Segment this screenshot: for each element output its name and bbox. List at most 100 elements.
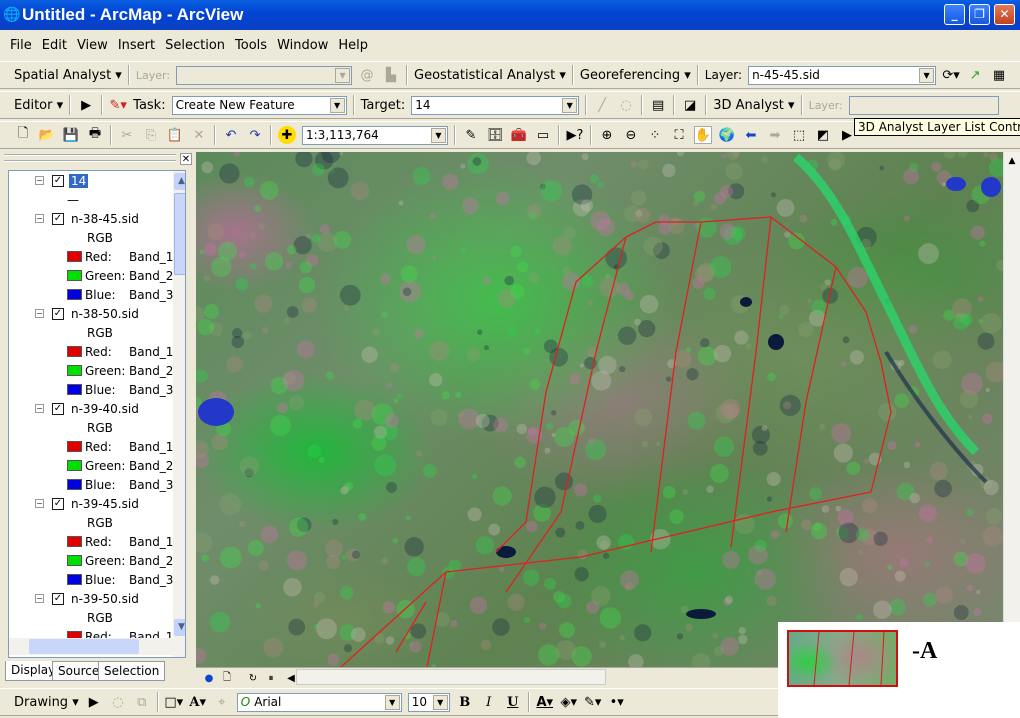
fill-color-icon[interactable]: ◈▾ bbox=[560, 693, 578, 711]
layer-name[interactable]: 14 bbox=[69, 173, 89, 188]
forward-icon[interactable]: ➡ bbox=[766, 126, 784, 144]
collapse-icon[interactable]: − bbox=[35, 404, 44, 413]
print-icon[interactable]: 🖶 bbox=[86, 126, 104, 144]
fixed-zoom-in-icon[interactable]: ⁘ bbox=[646, 126, 664, 144]
layer-checkbox[interactable]: ✓ bbox=[52, 307, 64, 320]
paste-icon[interactable]: 📋 bbox=[166, 126, 184, 144]
task-combo[interactable]: Create New Feature ▼ bbox=[171, 95, 347, 115]
maximize-button[interactable]: ❐ bbox=[969, 4, 990, 25]
font-size-combo[interactable]: 10 ▼ bbox=[407, 692, 450, 712]
menu-file[interactable]: File bbox=[10, 38, 32, 53]
editor-toolbar-icon[interactable]: ✎ bbox=[462, 126, 480, 144]
zoom-in-icon[interactable]: ⊕ bbox=[598, 126, 616, 144]
layer-item[interactable]: − ✓ n-39-50.sid bbox=[35, 589, 141, 608]
hscroll-thumb[interactable] bbox=[29, 639, 139, 654]
redo-icon[interactable]: ↷ bbox=[246, 126, 264, 144]
rectangle-icon[interactable]: □▾ bbox=[164, 693, 183, 711]
layer-checkbox[interactable]: ✓ bbox=[52, 212, 64, 225]
drawing-menu[interactable]: Drawing ▾ bbox=[14, 695, 79, 710]
toc-grip[interactable] bbox=[4, 154, 176, 162]
scroll-thumb[interactable] bbox=[174, 193, 185, 275]
font-color-icon[interactable]: A▾ bbox=[536, 693, 554, 711]
refresh-icon[interactable]: ↻ bbox=[244, 669, 262, 687]
layer-checkbox[interactable]: ✓ bbox=[52, 402, 64, 415]
menu-edit[interactable]: Edit bbox=[42, 38, 67, 53]
3d-analyst-menu[interactable]: 3D Analyst ▾ bbox=[713, 98, 794, 113]
menu-help[interactable]: Help bbox=[338, 38, 368, 53]
menu-view[interactable]: View bbox=[77, 38, 108, 53]
delete-icon[interactable]: ✕ bbox=[190, 126, 208, 144]
tab-selection[interactable]: Selection bbox=[98, 661, 166, 681]
georef-layer-combo[interactable]: n-45-45.sid ▼ bbox=[748, 65, 937, 85]
layout-view-icon[interactable]: 🗋 bbox=[218, 669, 236, 687]
menu-window[interactable]: Window bbox=[277, 38, 328, 53]
collapse-icon[interactable]: − bbox=[35, 214, 44, 223]
pan-icon[interactable]: ✋ bbox=[694, 126, 712, 144]
split-tool-icon[interactable]: ╱ bbox=[593, 96, 611, 114]
scroll-up-icon[interactable]: ▲ bbox=[1004, 156, 1020, 166]
toc-close-icon[interactable]: ✕ bbox=[180, 153, 192, 165]
close-button[interactable]: ✕ bbox=[994, 4, 1015, 25]
spatial-analyst-menu[interactable]: Spatial Analyst ▾ bbox=[14, 68, 122, 83]
command-line-icon[interactable]: ▭ bbox=[534, 126, 552, 144]
add-control-points-icon[interactable]: ↗ bbox=[966, 66, 984, 84]
map-display[interactable] bbox=[196, 152, 1003, 667]
link-table-icon[interactable]: ▦ bbox=[990, 66, 1008, 84]
text-icon[interactable]: A▾ bbox=[189, 693, 207, 711]
layer-name[interactable]: n-39-50.sid bbox=[69, 592, 141, 606]
layer-name[interactable]: n-39-45.sid bbox=[69, 497, 141, 511]
editor-menu[interactable]: Editor ▾ bbox=[14, 98, 63, 113]
cut-icon[interactable]: ✂ bbox=[118, 126, 136, 144]
undo-icon[interactable]: ↶ bbox=[222, 126, 240, 144]
3d-layer-combo[interactable] bbox=[848, 95, 999, 115]
layer-item[interactable]: − ✓ n-38-50.sid bbox=[35, 304, 141, 323]
menu-selection[interactable]: Selection bbox=[165, 38, 225, 53]
font-combo[interactable]: O Arial ▼ bbox=[236, 692, 402, 712]
menu-insert[interactable]: Insert bbox=[118, 38, 155, 53]
arctoolbox-icon[interactable]: 🧰 bbox=[510, 126, 528, 144]
histogram-icon[interactable]: ▙ bbox=[382, 66, 400, 84]
minimize-button[interactable]: _ bbox=[944, 4, 965, 25]
target-combo[interactable]: 14 ▼ bbox=[411, 95, 580, 115]
rotate-icon[interactable]: ⟳▾ bbox=[942, 66, 960, 84]
layer-name[interactable]: n-39-40.sid bbox=[69, 402, 141, 416]
line-color-icon[interactable]: ✎▾ bbox=[584, 693, 602, 711]
collapse-icon[interactable]: − bbox=[35, 594, 44, 603]
geostatistical-analyst-menu[interactable]: Geostatistical Analyst ▾ bbox=[414, 68, 566, 83]
map-vscrollbar[interactable]: ▲ bbox=[1003, 152, 1020, 667]
sketch-tool-icon[interactable]: ✎▾ bbox=[109, 96, 127, 114]
full-extent-icon[interactable]: 🌍 bbox=[718, 126, 736, 144]
zoom-whole-page-icon[interactable]: ⧉ bbox=[133, 693, 151, 711]
underline-button[interactable]: U bbox=[504, 693, 522, 711]
zoom-out-icon[interactable]: ⊖ bbox=[622, 126, 640, 144]
layer-checkbox[interactable]: ✓ bbox=[52, 497, 64, 510]
scale-combo[interactable]: 1:3,113,764 ▼ bbox=[302, 125, 448, 145]
layer-name[interactable]: n-38-45.sid bbox=[69, 212, 141, 226]
layer-item[interactable]: − ✓ 14 bbox=[35, 171, 89, 190]
layer-name[interactable]: n-38-50.sid bbox=[69, 307, 141, 321]
open-icon[interactable]: 📂 bbox=[38, 126, 56, 144]
sketch-properties-icon[interactable]: ◪ bbox=[681, 96, 699, 114]
collapse-icon[interactable]: − bbox=[35, 309, 44, 318]
collapse-icon[interactable]: − bbox=[35, 176, 44, 185]
scroll-down-icon[interactable]: ▼ bbox=[174, 619, 185, 636]
data-view-icon[interactable]: ● bbox=[200, 669, 218, 687]
rotate-element-icon[interactable]: ◌ bbox=[109, 693, 127, 711]
arccatalog-icon[interactable]: 🗄 bbox=[486, 126, 504, 144]
new-icon[interactable]: 🗋 bbox=[14, 126, 32, 144]
select-elements-icon[interactable]: ◩ bbox=[814, 126, 832, 144]
layer-item[interactable]: − ✓ n-38-45.sid bbox=[35, 209, 141, 228]
italic-button[interactable]: I bbox=[480, 693, 498, 711]
whats-this-icon[interactable]: ▶? bbox=[566, 126, 584, 144]
collapse-icon[interactable]: − bbox=[35, 499, 44, 508]
edit-vertices-icon[interactable]: ⌖ bbox=[213, 693, 231, 711]
select-features-icon[interactable]: ⬚ bbox=[790, 126, 808, 144]
map-hscrollbar[interactable] bbox=[296, 669, 606, 685]
add-data-icon[interactable]: ✚ bbox=[278, 126, 296, 144]
bold-button[interactable]: B bbox=[456, 693, 474, 711]
copy-icon[interactable]: ⎘ bbox=[142, 126, 160, 144]
spatial-layer-combo[interactable]: ▼ bbox=[176, 65, 353, 85]
rotate-tool-icon[interactable]: ◌ bbox=[617, 96, 635, 114]
layer-checkbox[interactable]: ✓ bbox=[52, 174, 64, 187]
layer-item[interactable]: − ✓ n-39-45.sid bbox=[35, 494, 141, 513]
